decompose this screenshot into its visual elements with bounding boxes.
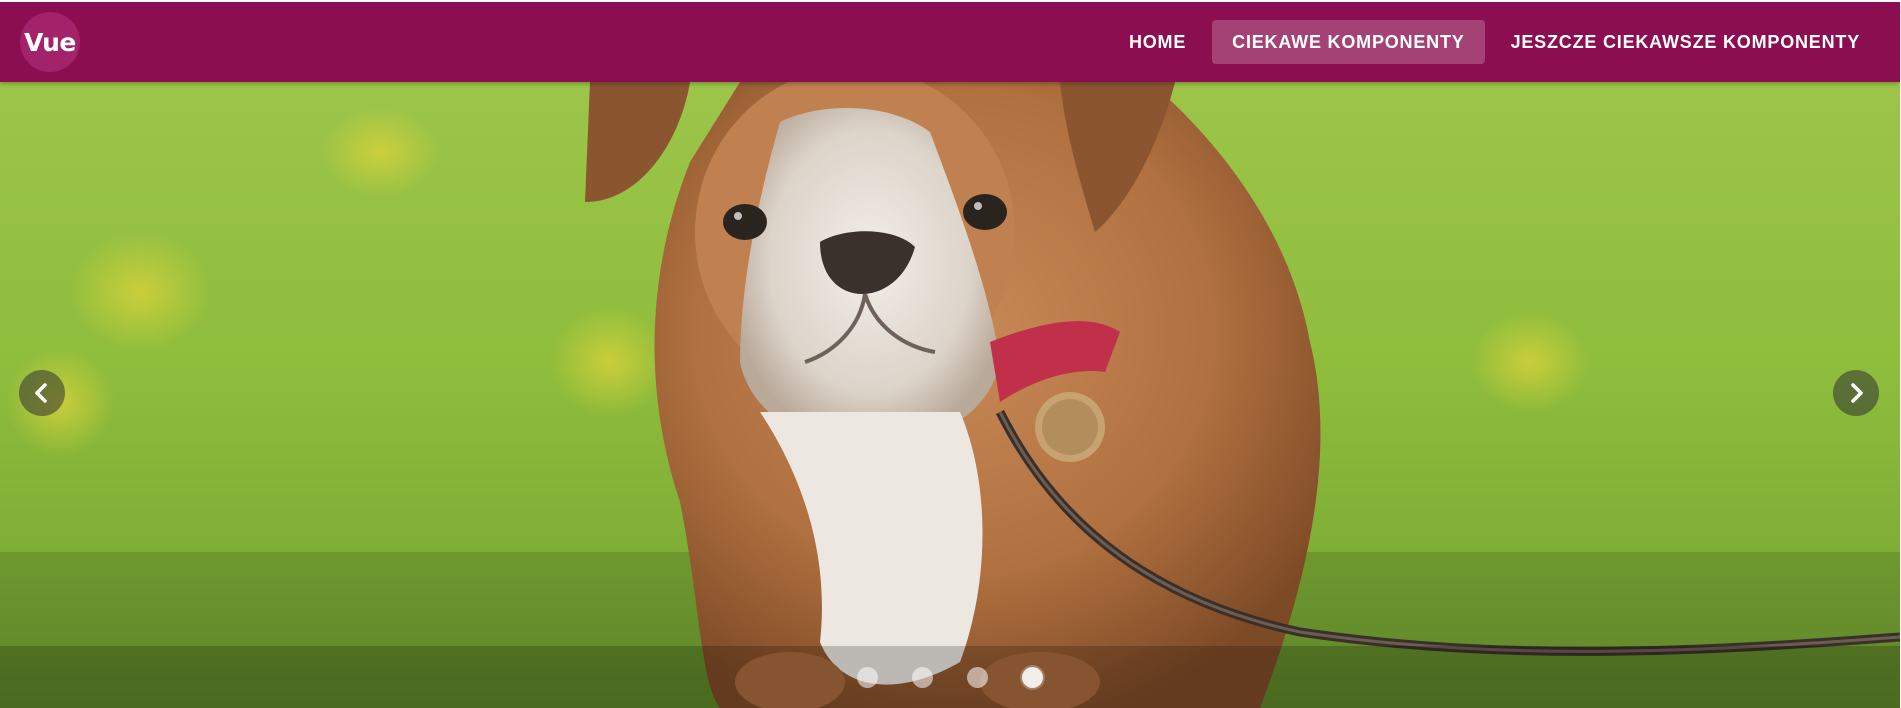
vue-logo[interactable]: Vue xyxy=(20,12,80,72)
app-root: Vue HOME CIEKAWE KOMPONENTY JESZCZE CIEK… xyxy=(0,0,1901,708)
top-toolbar: Vue HOME CIEKAWE KOMPONENTY JESZCZE CIEK… xyxy=(0,2,1900,82)
logo-text: Vue xyxy=(24,27,76,57)
carousel-dot-4[interactable] xyxy=(1022,666,1043,688)
carousel-dot-2[interactable] xyxy=(912,666,933,688)
carousel-delimiters xyxy=(0,646,1900,708)
image-carousel xyxy=(0,82,1900,708)
nav-ciekawe-komponenty-button[interactable]: CIEKAWE KOMPONENTY xyxy=(1212,20,1485,64)
main-nav: HOME CIEKAWE KOMPONENTY JESZCZE CIEKAWSZ… xyxy=(1109,20,1880,64)
carousel-slide-image xyxy=(0,82,1900,708)
bulldog-photo xyxy=(0,82,1900,708)
nav-home-button[interactable]: HOME xyxy=(1109,20,1206,64)
chevron-left-icon xyxy=(35,383,47,403)
carousel-dot-1[interactable] xyxy=(857,666,878,688)
carousel-dot-3[interactable] xyxy=(967,666,988,688)
chevron-right-icon xyxy=(1851,383,1863,403)
carousel-prev-button[interactable] xyxy=(19,370,65,416)
carousel-next-button[interactable] xyxy=(1833,370,1879,416)
nav-jeszcze-ciekawsze-komponenty-button[interactable]: JESZCZE CIEKAWSZE KOMPONENTY xyxy=(1491,20,1880,64)
